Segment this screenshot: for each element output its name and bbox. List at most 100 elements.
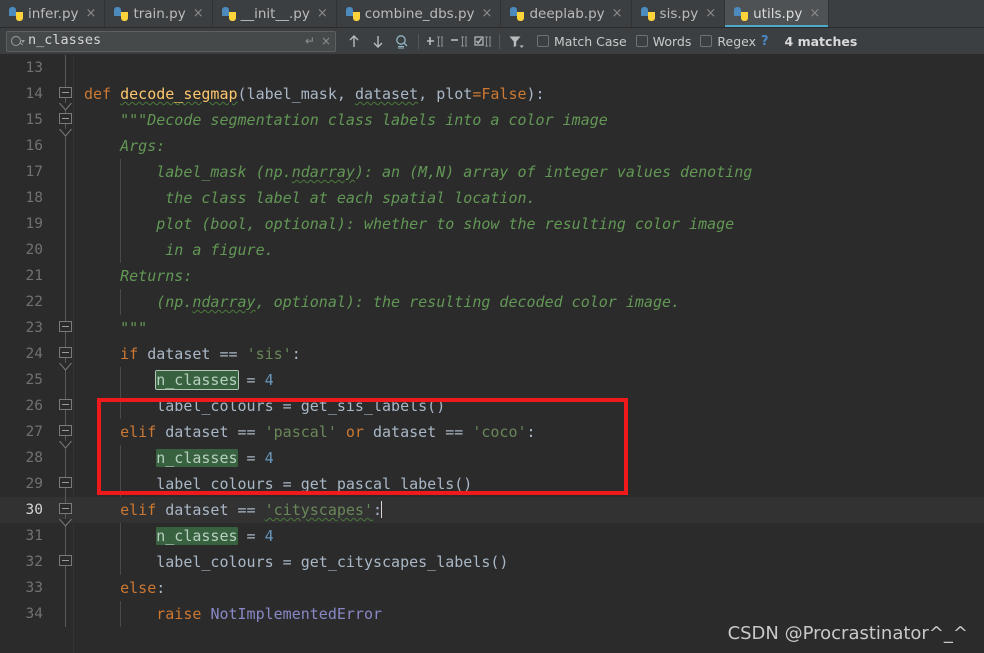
select-all-carets-icon[interactable]	[471, 31, 495, 52]
search-icon	[11, 35, 25, 48]
python-file-icon	[345, 6, 360, 21]
fold-gutter[interactable]	[52, 237, 80, 263]
editor-tab-train-py[interactable]: train.py ×	[105, 0, 213, 27]
close-icon[interactable]: ×	[705, 7, 716, 20]
fold-gutter[interactable]	[52, 547, 80, 575]
fold-gutter[interactable]	[52, 185, 80, 211]
fold-gutter[interactable]	[52, 391, 80, 419]
regex-checkbox[interactable]	[700, 35, 713, 47]
match-case-checkbox[interactable]	[537, 35, 549, 47]
select-all-occurrences-icon[interactable]	[390, 31, 414, 52]
code-token: =	[237, 449, 265, 467]
code-token: label_mask (np.	[84, 163, 292, 181]
find-next-icon[interactable]	[366, 31, 390, 52]
code-line[interactable]: 24 if dataset == 'sis':	[0, 341, 984, 371]
code-text: else:	[80, 575, 984, 601]
code-line[interactable]: 16 Args:	[0, 133, 984, 159]
line-number: 14	[25, 86, 43, 102]
add-selection-icon[interactable]	[423, 31, 447, 52]
code-line[interactable]: 32 label_colours = get_cityscapes_labels…	[0, 547, 984, 575]
close-icon[interactable]: ×	[193, 7, 204, 20]
code-token: raise	[84, 605, 211, 623]
code-text: n_classes = 4	[80, 367, 984, 393]
fold-gutter[interactable]	[52, 263, 80, 289]
code-text: label_colours = get_cityscapes_labels()	[80, 549, 984, 575]
find-previous-icon[interactable]	[342, 31, 366, 52]
search-input-value[interactable]: n_classes	[28, 34, 299, 48]
code-text: (np.ndarray, optional): the resulting de…	[80, 289, 984, 315]
code-token: :	[526, 423, 536, 441]
close-icon[interactable]: ×	[86, 7, 97, 20]
code-token: in a figure.	[84, 241, 274, 259]
code-line[interactable]: 17 label_mask (np.ndarray): an (M,N) arr…	[0, 159, 984, 185]
code-line[interactable]: 28 n_classes = 4	[0, 445, 984, 471]
line-number: 31	[25, 528, 43, 544]
code-line[interactable]: 29 label_colours = get_pascal_labels()	[0, 469, 984, 497]
fold-gutter[interactable]	[52, 341, 80, 371]
words-checkbox[interactable]	[635, 35, 648, 47]
code-text: def decode_segmap(label_mask, dataset, p…	[80, 81, 984, 107]
editor-tab-utils-py[interactable]: utils.py ×	[725, 0, 830, 27]
match-case-option[interactable]: Match Case	[537, 34, 627, 49]
code-token: if	[84, 345, 148, 363]
code-editor[interactable]: 13 14 def decode_segmap(label_mask, datase…	[0, 55, 984, 653]
code-token: dataset	[147, 345, 220, 363]
search-enter-icon[interactable]: ↵	[305, 35, 315, 47]
code-line[interactable]: 27 elif dataset == 'pascal' or dataset =…	[0, 419, 984, 449]
search-clear-icon[interactable]: ×	[321, 35, 331, 47]
indent-guide	[120, 289, 121, 315]
words-option[interactable]: Words	[635, 34, 691, 49]
code-token: ):	[526, 85, 545, 103]
code-line[interactable]: 31 n_classes = 4	[0, 523, 984, 549]
search-input[interactable]: n_classes ↵ ×	[6, 30, 336, 52]
editor-tab--init-py[interactable]: __init__.py ×	[213, 0, 337, 27]
search-match-highlight: n_classes	[156, 449, 238, 467]
code-line[interactable]: 15 """Decode segmentation class labels i…	[0, 107, 984, 137]
filter-icon[interactable]	[504, 31, 528, 52]
line-number: 13	[25, 60, 43, 76]
fold-arrow-up-icon	[59, 469, 72, 478]
remove-selection-icon[interactable]	[447, 31, 471, 52]
fold-gutter[interactable]	[52, 601, 80, 627]
code-line[interactable]: 14 def decode_segmap(label_mask, dataset,…	[0, 81, 984, 111]
code-line[interactable]: 19 plot (bool, optional): whether to sho…	[0, 211, 984, 237]
python-file-icon	[114, 6, 129, 21]
fold-gutter[interactable]	[52, 81, 80, 111]
fold-gutter[interactable]	[52, 575, 80, 601]
fold-gutter[interactable]	[52, 497, 80, 527]
fold-gutter[interactable]	[52, 419, 80, 449]
close-icon[interactable]: ×	[809, 7, 820, 20]
close-icon[interactable]: ×	[612, 7, 623, 20]
code-line[interactable]: 33 else:	[0, 575, 984, 601]
fold-gutter[interactable]	[52, 289, 80, 315]
code-line[interactable]: 18 the class label at each spatial locat…	[0, 185, 984, 211]
editor-tab-bar: infer.py × train.py × __init__.py × combine_db…	[0, 0, 984, 28]
close-icon[interactable]: ×	[482, 7, 493, 20]
fold-gutter[interactable]	[52, 469, 80, 497]
editor-tab-deeplab-py[interactable]: deeplab.py ×	[501, 0, 632, 27]
close-icon[interactable]: ×	[317, 7, 328, 20]
fold-gutter[interactable]	[52, 211, 80, 237]
fold-gutter[interactable]	[52, 159, 80, 185]
fold-arrow-up-icon	[59, 313, 72, 322]
regex-option[interactable]: Regex	[700, 34, 756, 49]
code-token: (	[237, 85, 247, 103]
editor-tab-sis-py[interactable]: sis.py ×	[632, 0, 726, 27]
fold-gutter[interactable]	[52, 55, 80, 81]
editor-tab-combine-dbs-py[interactable]: combine_dbs.py ×	[337, 0, 502, 27]
code-line[interactable]: 30 elif dataset == 'cityscapes':	[0, 497, 984, 527]
code-token: :	[291, 345, 301, 363]
code-line[interactable]: 22 (np.ndarray, optional): the resulting…	[0, 289, 984, 315]
code-token: 4	[264, 527, 274, 545]
code-line[interactable]: 13	[0, 55, 984, 81]
fold-gutter[interactable]	[52, 313, 80, 341]
code-text: """Decode segmentation class labels into…	[80, 107, 984, 133]
code-line[interactable]: 23 """	[0, 313, 984, 341]
regex-help-link[interactable]: ?	[761, 34, 769, 49]
editor-tab-infer-py[interactable]: infer.py ×	[0, 0, 106, 27]
code-line[interactable]: 21 Returns:	[0, 263, 984, 289]
code-token: def	[84, 85, 121, 103]
code-line[interactable]: 25 n_classes = 4	[0, 367, 984, 393]
code-line[interactable]: 20 in a figure.	[0, 237, 984, 263]
code-line[interactable]: 26 label_colours = get_sis_labels()	[0, 391, 984, 419]
